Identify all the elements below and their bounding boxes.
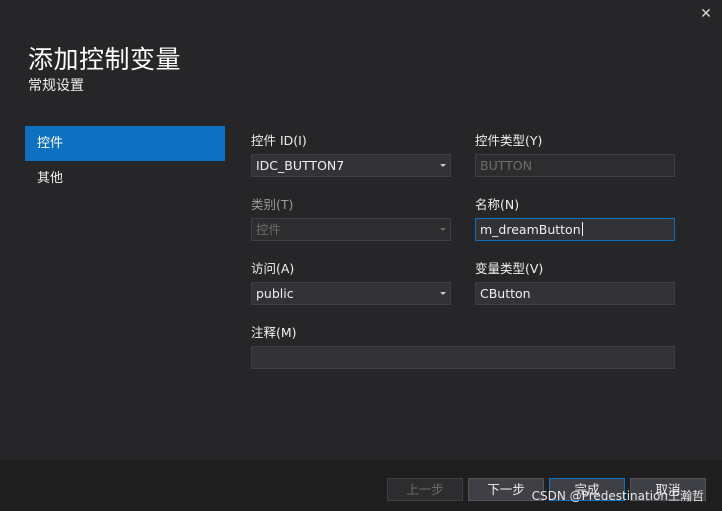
add-control-variable-dialog: ✕ 添加控制变量 常规设置 控件 其他 控件 ID(I) IDC_BUTTON7…: [0, 0, 722, 511]
dialog-title: 添加控制变量: [28, 45, 182, 74]
control-type-value: BUTTON: [480, 158, 532, 173]
chevron-down-icon[interactable]: [440, 164, 446, 167]
dialog-subtitle: 常规设置: [28, 78, 84, 94]
control-id-label: 控件 ID(I): [251, 133, 307, 148]
access-label: 访问(A): [251, 261, 295, 276]
nav-item-other[interactable]: 其他: [25, 161, 225, 196]
text-caret: [581, 222, 583, 236]
chevron-down-icon[interactable]: [440, 292, 446, 295]
control-type-label: 控件类型(Y): [475, 133, 543, 148]
name-input[interactable]: m_dreamButton: [475, 218, 675, 241]
control-id-value: IDC_BUTTON7: [256, 158, 345, 173]
comment-input[interactable]: [251, 346, 675, 369]
variable-type-input[interactable]: CButton: [475, 282, 675, 305]
comment-label: 注释(M): [251, 325, 297, 340]
name-label: 名称(N): [475, 197, 520, 212]
nav-item-control[interactable]: 控件: [25, 126, 225, 161]
category-combobox: 控件: [251, 218, 451, 241]
settings-nav: 控件 其他: [25, 126, 225, 196]
watermark-text: CSDN @Predestination王瀚哲: [531, 489, 704, 503]
category-label: 类别(T): [251, 197, 294, 212]
access-value: public: [256, 286, 294, 301]
name-value: m_dreamButton: [480, 222, 581, 237]
access-combobox[interactable]: public: [251, 282, 451, 305]
variable-type-value: CButton: [480, 286, 531, 301]
close-icon[interactable]: ✕: [698, 6, 714, 22]
variable-type-label: 变量类型(V): [475, 261, 544, 276]
dialog-footer: 上一步 下一步 完成 取消 CSDN @Predestination王瀚哲: [0, 460, 722, 511]
category-value: 控件: [256, 222, 282, 237]
chevron-down-icon: [440, 228, 446, 231]
previous-button[interactable]: 上一步: [387, 478, 463, 501]
control-type-field: BUTTON: [475, 154, 675, 177]
control-id-combobox[interactable]: IDC_BUTTON7: [251, 154, 451, 177]
